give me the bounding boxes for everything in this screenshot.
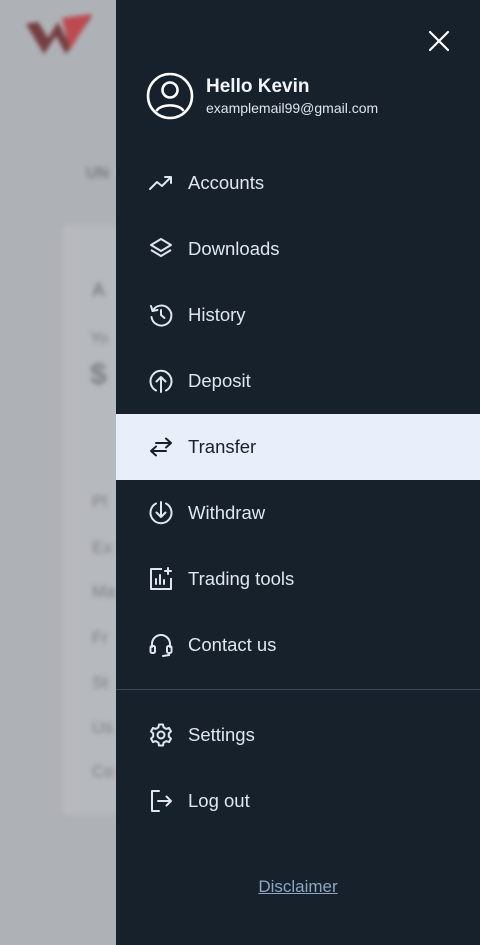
- menu-item-label: Contact us: [188, 634, 277, 655]
- background-text: Yo: [90, 330, 109, 347]
- close-icon[interactable]: [426, 28, 452, 54]
- background-text: Pl: [92, 492, 108, 511]
- menu-item-label: Transfer: [188, 436, 257, 457]
- menu-item-accounts[interactable]: Accounts: [116, 150, 480, 216]
- download-circle-icon: [148, 500, 174, 526]
- menu-item-label: Accounts: [188, 172, 265, 193]
- menu-item-contact-us[interactable]: Contact us: [116, 612, 480, 678]
- background-text: Us: [92, 718, 113, 737]
- background-text: $: [90, 358, 107, 391]
- menu-item-label: History: [188, 304, 246, 325]
- menu-item-label: Downloads: [188, 238, 280, 259]
- profile-text: Hello Kevin examplemail99@gmail.com: [206, 76, 378, 116]
- user-profile: Hello Kevin examplemail99@gmail.com: [146, 72, 378, 120]
- user-greeting: Hello Kevin: [206, 76, 310, 97]
- menu-item-label: Withdraw: [188, 502, 266, 523]
- menu-item-withdraw[interactable]: Withdraw: [116, 480, 480, 546]
- user-email: examplemail99@gmail.com: [206, 100, 379, 116]
- navigation-drawer: Hello Kevin examplemail99@gmail.com Acco…: [116, 0, 480, 945]
- logout-icon: [148, 788, 174, 814]
- history-icon: [148, 302, 174, 328]
- background-text: Ex: [92, 538, 112, 557]
- menu-item-log-out[interactable]: Log out: [116, 768, 480, 834]
- background-text: St: [92, 673, 109, 692]
- menu-item-history[interactable]: History: [116, 282, 480, 348]
- upload-circle-icon: [148, 368, 174, 394]
- chart-plus-icon: [148, 566, 174, 592]
- menu-item-label: Settings: [188, 724, 255, 745]
- menu-divider: [116, 689, 480, 690]
- menu-item-label: Deposit: [188, 370, 251, 391]
- user-avatar-icon: [146, 72, 194, 120]
- menu-item-trading-tools[interactable]: Trading tools: [116, 546, 480, 612]
- transfer-arrows-icon: [148, 434, 174, 460]
- menu-item-label: Trading tools: [188, 568, 295, 589]
- menu-item-transfer[interactable]: Transfer: [116, 414, 480, 480]
- secondary-menu: Settings Log out: [116, 702, 480, 834]
- background-text: A: [92, 280, 105, 300]
- gear-icon: [148, 722, 174, 748]
- background-text: Ma: [92, 582, 116, 601]
- background-text: UN: [86, 165, 110, 182]
- brand-logo: [26, 14, 92, 54]
- menu-item-deposit[interactable]: Deposit: [116, 348, 480, 414]
- menu-item-label: Log out: [188, 790, 250, 811]
- headset-icon: [148, 632, 174, 658]
- trending-up-icon: [148, 170, 174, 196]
- background-text: Co: [92, 762, 114, 781]
- layers-icon: [148, 236, 174, 262]
- background-text: Fr: [92, 628, 109, 647]
- menu-item-downloads[interactable]: Downloads: [116, 216, 480, 282]
- menu-item-settings[interactable]: Settings: [116, 702, 480, 768]
- disclaimer-link[interactable]: Disclaimer: [116, 877, 480, 897]
- main-menu: Accounts Downloads History Deposit Trans…: [116, 150, 480, 678]
